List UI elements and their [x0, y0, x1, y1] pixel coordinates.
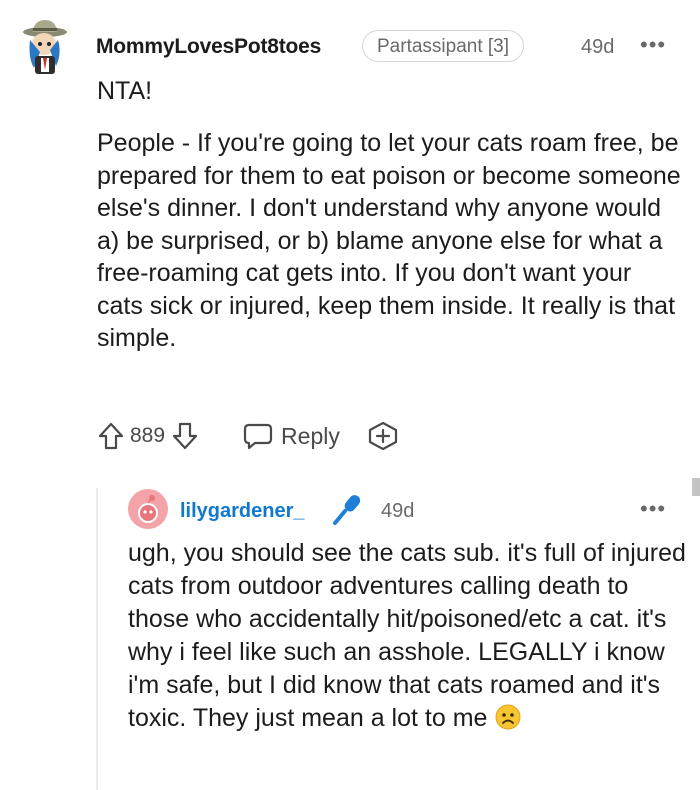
reply-more-options-button[interactable]: •••	[640, 496, 666, 522]
reply-body: ugh, you should see the cats sub. it's f…	[128, 537, 688, 739]
reply-username[interactable]: lilygardener_	[180, 500, 305, 523]
award-plus-icon[interactable]	[367, 421, 399, 451]
user-flair-badge: Partassipant [3]	[362, 30, 525, 62]
reply-avatar[interactable]	[128, 489, 168, 529]
comment-body: People - If you're going to let your cat…	[97, 129, 681, 352]
comment-verdict: NTA!	[97, 77, 153, 105]
comment-timestamp[interactable]: 49d	[581, 36, 614, 59]
reply-timestamp[interactable]: 49d	[381, 500, 414, 523]
more-options-button[interactable]: •••	[640, 32, 666, 58]
cowboy-avatar-icon	[23, 20, 67, 74]
upvote-arrow-icon[interactable]	[97, 421, 125, 451]
user-avatar[interactable]	[20, 18, 70, 78]
snoo-avatar-icon	[128, 489, 168, 529]
sad-face-emoji	[495, 704, 521, 739]
vote-count: 889	[130, 424, 166, 447]
speech-bubble-icon	[243, 422, 273, 450]
comment-username[interactable]: MommyLovesPot8toes	[96, 35, 321, 59]
reply-button[interactable]: Reply	[243, 422, 340, 450]
downvote-arrow-icon[interactable]	[171, 421, 199, 451]
reply-body-text: ugh, you should see the cats sub. it's f…	[128, 539, 686, 732]
thread-line[interactable]	[96, 488, 98, 790]
scrollbar-thumb[interactable]	[692, 478, 700, 496]
comment-action-bar: 889 Reply	[97, 418, 399, 454]
microphone-icon	[330, 492, 364, 526]
reply-label: Reply	[281, 422, 340, 449]
